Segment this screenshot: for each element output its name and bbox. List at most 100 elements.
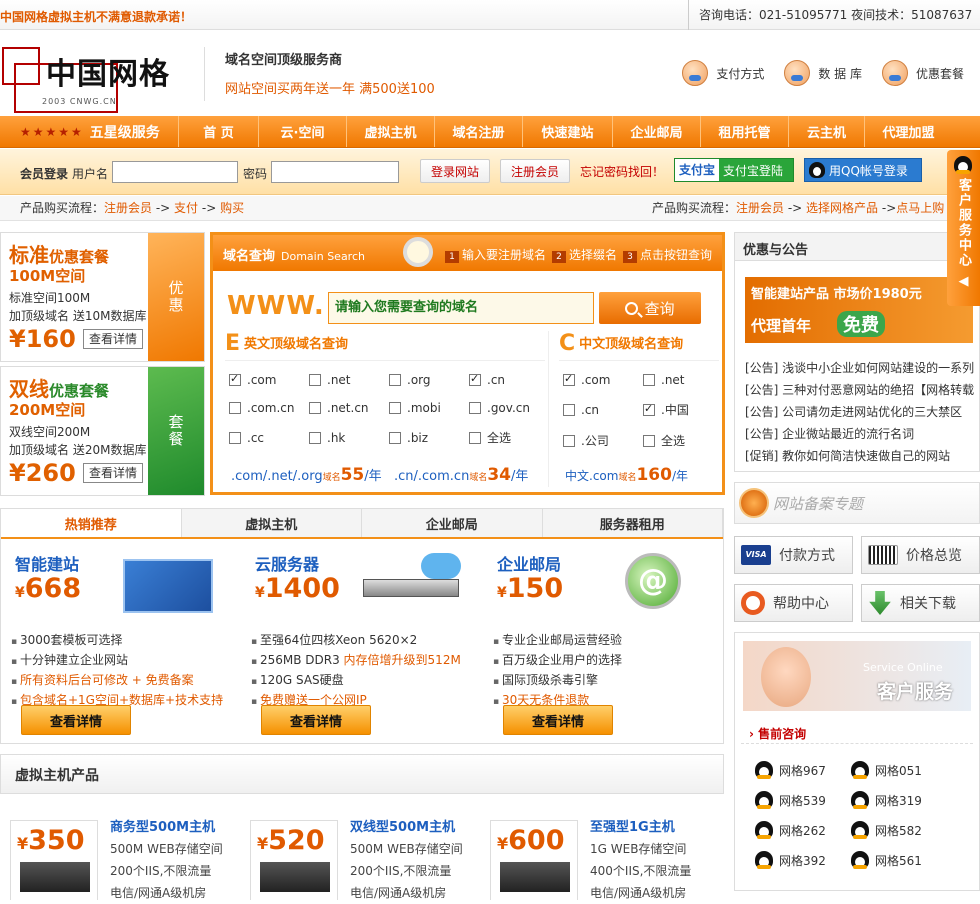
checkbox[interactable]: [229, 431, 241, 444]
english-tld-option[interactable]: .org: [389, 373, 469, 387]
product-detail-button[interactable]: 查看详情: [21, 705, 131, 735]
virtual-host-name[interactable]: 商务型500M主机: [110, 816, 215, 835]
product-detail-button[interactable]: 查看详情: [503, 705, 613, 735]
chinese-tld-option[interactable]: .net: [643, 373, 723, 387]
login-button[interactable]: 登录网站: [420, 159, 490, 183]
checkbox[interactable]: [643, 402, 655, 416]
qq-contact[interactable]: 网格319: [851, 791, 947, 809]
checkbox[interactable]: [469, 402, 481, 414]
flow-step-choose[interactable]: 选择网格产品: [806, 201, 878, 215]
notice-banner[interactable]: 智能建站产品 市场价1980元 代理首年 免费: [745, 277, 973, 343]
nav-mail[interactable]: 企业邮局: [612, 116, 700, 147]
qq-contact[interactable]: 网格539: [755, 791, 851, 809]
register-button[interactable]: 注册会员: [500, 159, 570, 183]
product-title[interactable]: 云服务器: [255, 551, 319, 575]
checkbox[interactable]: [309, 431, 321, 444]
chinese-tld-option[interactable]: .中国: [643, 401, 723, 418]
forgot-password-link[interactable]: 忘记密码找回！: [580, 163, 664, 180]
english-tld-option[interactable]: .biz: [389, 429, 469, 446]
english-tld-option[interactable]: .com.cn: [229, 401, 309, 415]
quick-link-payment[interactable]: 支付方式: [682, 60, 764, 86]
chinese-tld-option[interactable]: .com: [563, 372, 643, 387]
tile-payment[interactable]: VISA 付款方式: [734, 536, 853, 574]
flow-step-buy[interactable]: 购买: [220, 201, 244, 215]
checkbox[interactable]: [643, 374, 655, 386]
virtual-host-card[interactable]: ¥520 双线型500M主机 500M WEB存储空间 200个IIS,不限流量 电信/…: [240, 814, 472, 900]
package-standard[interactable]: 标准优惠套餐 100M空间 标准空间100M 加顶级域名 送10M数据库 ¥16…: [0, 232, 205, 362]
virtual-host-card[interactable]: ¥350 商务型500M主机 500M WEB存储空间 200个IIS,不限流量 电信/…: [0, 814, 232, 900]
password-input[interactable]: [271, 161, 399, 183]
package-detail-button[interactable]: 查看详情: [83, 329, 143, 349]
notice-item[interactable]: [公告] 三种对付恶意网站的绝招【网格转载: [745, 381, 975, 403]
virtual-host-card[interactable]: ¥600 至强型1G主机 1G WEB存储空间 400个IIS,不限流量 电信/网通A级…: [480, 814, 712, 900]
notice-item[interactable]: [促销] 教你如何简洁快速做自己的网站: [745, 447, 975, 469]
slogan-promo[interactable]: 网站空间买两年送一年 满500送100: [225, 78, 435, 97]
quick-link-packages[interactable]: 优惠套餐: [881, 60, 964, 86]
flow-step-pay[interactable]: 支付: [174, 201, 198, 215]
nav-domain[interactable]: 域名注册: [434, 116, 522, 147]
tile-prices[interactable]: 价格总览: [861, 536, 980, 574]
checkbox[interactable]: [389, 374, 401, 386]
record-filing-banner[interactable]: 网站备案专题: [734, 482, 980, 524]
notice-item[interactable]: [公告] 企业微站最近的流行名词: [745, 425, 975, 447]
checkbox[interactable]: [389, 402, 401, 414]
checkbox[interactable]: [309, 402, 321, 414]
qq-contact[interactable]: 网格561: [851, 851, 947, 869]
english-tld-option[interactable]: 全选: [469, 429, 539, 446]
checkbox[interactable]: [469, 372, 481, 386]
english-tld-option[interactable]: .net: [309, 373, 389, 387]
english-tld-option[interactable]: .cc: [229, 429, 309, 446]
package-detail-button[interactable]: 查看详情: [83, 463, 143, 483]
quick-link-database[interactable]: 数 据 库: [784, 60, 862, 86]
checkbox[interactable]: [563, 434, 575, 447]
nav-cloud-host[interactable]: 云主机: [788, 116, 864, 147]
qq-contact[interactable]: 网格582: [851, 821, 947, 839]
qq-contact[interactable]: 网格967: [755, 761, 851, 779]
english-tld-option[interactable]: .gov.cn: [469, 401, 539, 415]
chinese-tld-option[interactable]: .公司: [563, 432, 643, 449]
qq-login-button[interactable]: 用QQ帐号登录: [804, 158, 922, 182]
flow-step-register[interactable]: 注册会员: [104, 201, 152, 215]
checkbox[interactable]: [389, 431, 401, 444]
virtual-host-name[interactable]: 至强型1G主机: [590, 816, 675, 835]
checkbox[interactable]: [309, 374, 321, 386]
notice-item[interactable]: [公告] 浅谈中小企业如何网站建设的一系列: [745, 359, 975, 381]
chinese-tld-option[interactable]: 全选: [643, 432, 723, 449]
nav-quick-site[interactable]: 快速建站: [522, 116, 612, 147]
chinese-tld-option[interactable]: .cn: [563, 401, 643, 418]
domain-search-input[interactable]: 请输入您需要查询的域名: [328, 292, 594, 324]
username-input[interactable]: [112, 161, 238, 183]
tab-virtual-host[interactable]: 虚拟主机: [182, 509, 362, 537]
flow-step-buy-now[interactable]: 点马上购: [896, 201, 944, 215]
tile-help[interactable]: 帮助中心: [734, 584, 853, 622]
english-tld-option[interactable]: .net.cn: [309, 401, 389, 415]
checkbox[interactable]: [563, 403, 575, 416]
checkbox[interactable]: [469, 431, 481, 444]
tile-downloads[interactable]: 相关下载: [861, 584, 980, 622]
nav-hosting[interactable]: 租用托管: [700, 116, 788, 147]
notice-item[interactable]: [公告] 公司请勿走进网站优化的三大禁区: [745, 403, 975, 425]
site-logo[interactable]: 中国网格 2003 CNWG.CN: [0, 45, 180, 115]
product-title[interactable]: 企业邮局: [497, 551, 561, 575]
checkbox[interactable]: [563, 372, 575, 386]
nav-home[interactable]: 首 页: [178, 116, 258, 147]
product-detail-button[interactable]: 查看详情: [261, 705, 371, 735]
tab-mail[interactable]: 企业邮局: [362, 509, 543, 537]
english-tld-option[interactable]: .mobi: [389, 401, 469, 415]
checkbox[interactable]: [229, 402, 241, 414]
english-tld-option[interactable]: .com: [229, 372, 309, 387]
virtual-host-name[interactable]: 双线型500M主机: [350, 816, 455, 835]
qq-contact[interactable]: 网格262: [755, 821, 851, 839]
checkbox[interactable]: [229, 372, 241, 386]
qq-contact[interactable]: 网格392: [755, 851, 851, 869]
nav-cloud-space[interactable]: 云·空间: [258, 116, 346, 147]
tab-server[interactable]: 服务器租用: [543, 509, 723, 537]
nav-virtual-host[interactable]: 虚拟主机: [346, 116, 434, 147]
domain-search-button[interactable]: 查询: [599, 292, 701, 324]
tab-hot[interactable]: 热销推荐: [1, 509, 182, 537]
package-dual-line[interactable]: 双线优惠套餐 200M空间 双线空间200M 加顶级域名 送20M数据库 ¥26…: [0, 366, 205, 496]
alipay-login-button[interactable]: 支付宝 支付宝登陆: [674, 158, 794, 182]
english-tld-option[interactable]: .hk: [309, 429, 389, 446]
checkbox[interactable]: [643, 434, 655, 447]
product-title[interactable]: 智能建站: [15, 551, 79, 575]
